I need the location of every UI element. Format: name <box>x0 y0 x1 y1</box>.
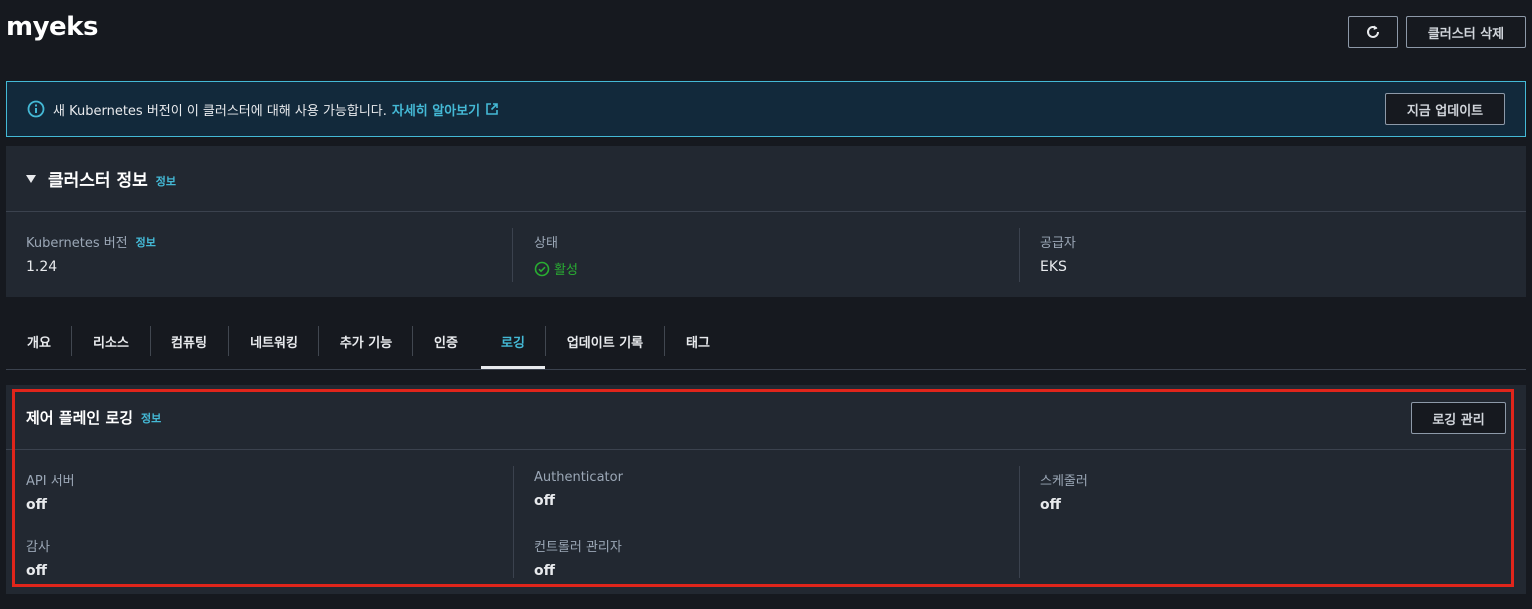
tab-overview[interactable]: 개요 <box>16 318 62 364</box>
highlight-box <box>12 389 1514 587</box>
delete-cluster-button[interactable]: 클러스터 삭제 <box>1406 16 1526 48</box>
tab-addons[interactable]: 추가 기능 <box>326 318 406 364</box>
tab-resources[interactable]: 리소스 <box>80 318 142 364</box>
status-field: 상태 활성 <box>534 232 578 278</box>
cluster-info-panel: 클러스터 정보 정보 <box>6 146 1526 297</box>
tab-compute[interactable]: 컴퓨팅 <box>158 318 220 364</box>
banner-text: 새 Kubernetes 버전이 이 클러스터에 대해 사용 가능합니다. <box>53 103 387 119</box>
page-title: myeks <box>6 12 98 42</box>
external-link-icon[interactable] <box>485 102 499 116</box>
tab-logging[interactable]: 로깅 <box>481 318 545 364</box>
cluster-info-title: 클러스터 정보 <box>48 171 148 191</box>
divider <box>512 228 513 282</box>
active-tab-indicator <box>481 366 545 369</box>
provider-value: EKS <box>1040 259 1067 275</box>
tab-separator <box>664 326 665 356</box>
tab-bar <box>6 322 1526 370</box>
refresh-icon <box>1367 25 1379 38</box>
info-icon <box>27 100 45 118</box>
cluster-info-info-link[interactable]: 정보 <box>156 173 176 189</box>
refresh-button[interactable] <box>1348 16 1398 48</box>
check-circle-icon <box>534 261 550 276</box>
k8s-version-label: Kubernetes 버전 <box>26 236 128 251</box>
cluster-info-header[interactable]: 클러스터 정보 정보 <box>6 146 1526 212</box>
learn-more-link[interactable]: 자세히 알아보기 <box>392 100 480 119</box>
update-now-button[interactable]: 지금 업데이트 <box>1385 93 1505 125</box>
tab-separator <box>318 326 319 356</box>
update-banner: 새 Kubernetes 버전이 이 클러스터에 대해 사용 가능합니다. 자세… <box>6 81 1526 137</box>
k8s-version-value: 1.24 <box>26 259 58 275</box>
tab-separator <box>228 326 229 356</box>
tab-tags[interactable]: 태그 <box>672 318 724 364</box>
tab-update-history[interactable]: 업데이트 기록 <box>552 318 658 364</box>
caret-down-icon[interactable] <box>26 174 36 183</box>
k8s-version-field: Kubernetes 버전 정보 1.24 <box>26 232 156 276</box>
tab-separator <box>71 326 72 356</box>
tab-networking[interactable]: 네트워킹 <box>236 318 312 364</box>
provider-field: 공급자 EKS <box>1040 232 1076 275</box>
tab-separator <box>150 326 151 356</box>
tab-separator <box>545 326 546 356</box>
k8s-version-info-link[interactable]: 정보 <box>136 234 156 250</box>
tab-separator <box>412 326 413 356</box>
tab-authentication[interactable]: 인증 <box>420 318 472 364</box>
status-value: 활성 <box>554 263 578 278</box>
provider-label: 공급자 <box>1040 236 1076 251</box>
status-label: 상태 <box>534 236 558 251</box>
divider <box>1019 228 1020 282</box>
